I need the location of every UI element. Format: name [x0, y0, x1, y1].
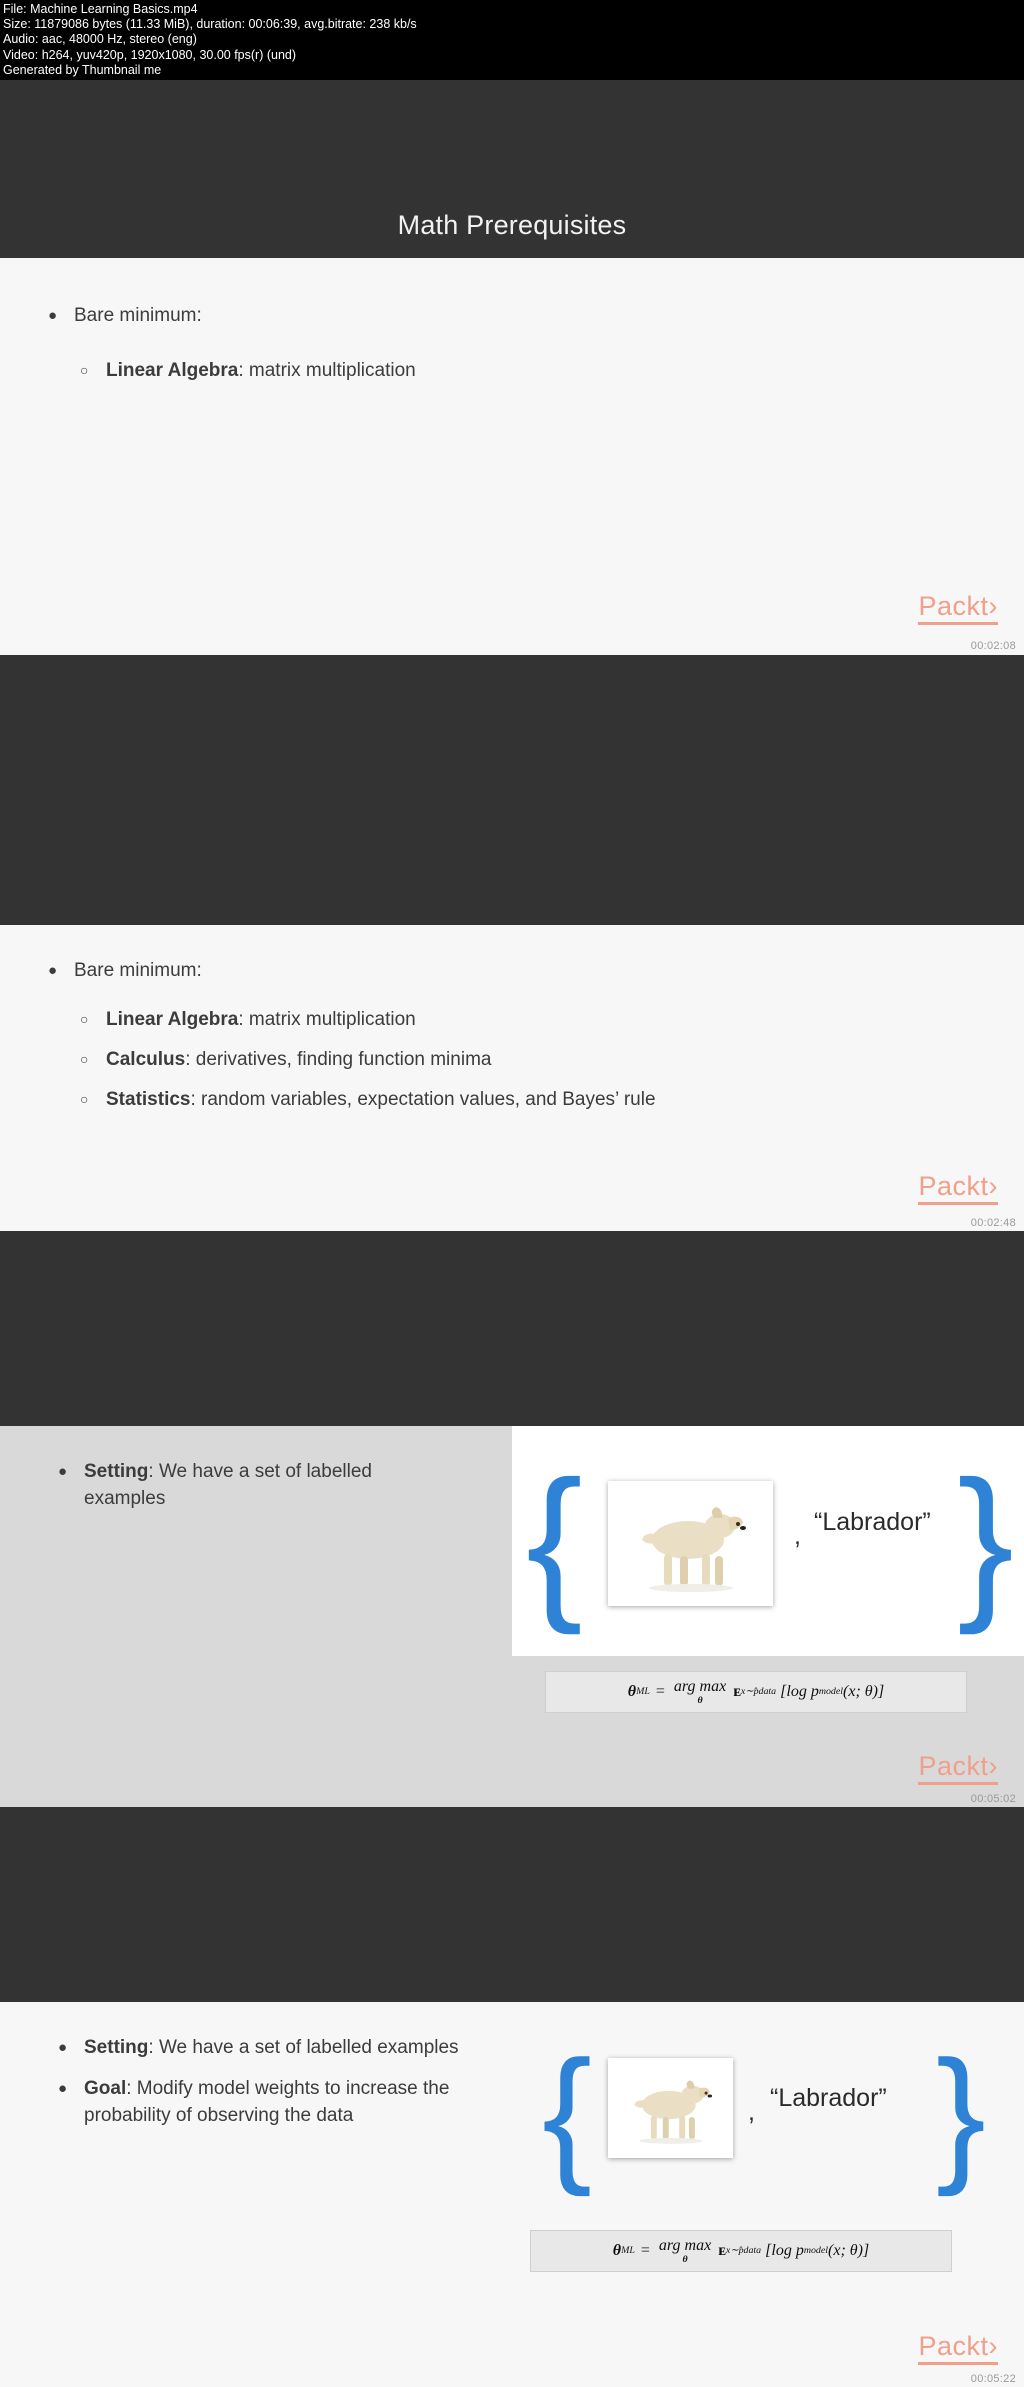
bullet-text: : Modify model weights to increase the p… — [84, 2078, 450, 2126]
meta-line-generator: Generated by Thumbnail me — [3, 62, 162, 77]
slide-3-formula: θ ML = arg max θ ᴇ x∼p̂data [log p model (x;… — [545, 1671, 967, 1713]
slide-3-bullet-list: ● Setting: We have a set of labelled exa… — [0, 1426, 430, 1512]
meta-line-size: Size: 11879086 bytes (11.33 MiB), durati… — [3, 17, 417, 32]
figure-comma: , — [794, 1522, 801, 1550]
bullet-circle-icon: ○ — [80, 1091, 89, 1107]
bullet-circle-icon: ○ — [80, 1011, 89, 1027]
list-item: ○ Calculus: derivatives, finding functio… — [80, 1046, 1024, 1073]
packt-logo-text: Packt — [918, 2331, 989, 2361]
formula-expression: θ ML = arg max θ ᴇ x∼p̂data [log p model (x;… — [627, 1677, 885, 1706]
bullet-lead: Setting — [84, 2037, 149, 2058]
packt-logo: Packt› — [918, 1753, 998, 1785]
bullet-lead: Calculus — [106, 1049, 186, 1070]
argmax-operator: arg max θ — [673, 1677, 727, 1706]
slide-2-title-band — [0, 655, 1024, 925]
slide-4-title-band — [0, 1807, 1024, 2002]
slide-thumbnail-3[interactable]: Supervised Learning and Maximum Likeliho… — [0, 1231, 1024, 1807]
slide-4-figure: {, “Labrador”} — [512, 2020, 1024, 2220]
packt-logo-mark: › — [988, 1751, 998, 1781]
bullet-disc-icon: ● — [48, 307, 58, 324]
dog-illustration-icon — [614, 2066, 727, 2150]
bullet-disc-icon: ● — [58, 2039, 68, 2056]
meta-line-audio: Audio: aac, 48000 Hz, stereo (eng) — [3, 32, 197, 47]
slide-1-bullet-list: ● Bare minimum: ○ Linear Algebra: matrix… — [0, 258, 1024, 384]
meta-line-file: File: Machine Learning Basics.mp4 — [3, 2, 198, 16]
packt-logo: Packt› — [918, 1173, 998, 1205]
packt-logo-text: Packt — [918, 1171, 989, 1201]
bullet-lead: Linear Algebra — [106, 360, 239, 381]
packt-logo: Packt› — [918, 593, 998, 625]
slide-4-timestamp: 00:05:22 — [970, 2373, 1016, 2385]
slide-thumbnail-2[interactable]: Math Prerequisites ● Bare minimum: ○ Lin… — [0, 655, 1024, 1465]
thumbnail-sheet: File: Machine Learning Basics.mp4 Size: … — [0, 0, 1024, 2387]
figure-label: “Labrador” — [770, 2084, 887, 2112]
argmax-operator: arg max θ — [658, 2236, 712, 2265]
slide-3-body: ● Setting: We have a set of labelled exa… — [0, 1426, 1024, 1807]
bullet-disc-icon: ● — [48, 962, 58, 979]
bullet-lead: Linear Algebra — [106, 1009, 239, 1030]
right-brace: } — [957, 1446, 1014, 1636]
bullet-circle-icon: ○ — [80, 1051, 89, 1067]
figure-comma: , — [748, 2098, 755, 2126]
slide-3-title-band — [0, 1231, 1024, 1426]
bullet-text: : We have a set of labelled examples — [148, 2037, 459, 2058]
list-item: ● Bare minimum: — [48, 957, 1024, 984]
slide-2-timestamp: 00:02:48 — [970, 1217, 1016, 1229]
figure-label: “Labrador” — [814, 1508, 931, 1536]
dog-illustration-icon — [615, 1487, 766, 1600]
bullet-text: Bare minimum: — [74, 960, 202, 981]
packt-logo-mark: › — [988, 1171, 998, 1201]
bullet-disc-icon: ● — [58, 1463, 68, 1480]
packt-logo-mark: › — [988, 2331, 998, 2361]
bullet-text: : derivatives, finding function minima — [185, 1049, 492, 1070]
labrador-image — [608, 2058, 733, 2158]
slide-2-body: ● Bare minimum: ○ Linear Algebra: matrix… — [0, 925, 1024, 1231]
list-item: ● Setting: We have a set of labelled exa… — [58, 1458, 430, 1512]
video-metadata-block: File: Machine Learning Basics.mp4 Size: … — [0, 0, 1024, 80]
list-item: ○ Linear Algebra: matrix multiplication — [80, 357, 1024, 384]
bullet-lead: Statistics — [106, 1089, 191, 1110]
bullet-text: : matrix multiplication — [238, 1009, 416, 1030]
bullet-lead: Goal — [84, 2078, 127, 2099]
list-item: ○ Statistics: random variables, expectat… — [80, 1086, 1024, 1113]
packt-logo-text: Packt — [918, 591, 989, 621]
left-brace: { — [542, 2029, 593, 2197]
slide-1-timestamp: 00:02:08 — [970, 640, 1016, 652]
list-item: ● Goal: Modify model weights to increase… — [58, 2075, 470, 2129]
slide-1-title: Math Prerequisites — [397, 210, 627, 240]
bullet-text: : random variables, expectation values, … — [190, 1089, 656, 1110]
slide-3-figure: {, “Labrador”} — [512, 1426, 1024, 1656]
formula-expression: θ ML = arg max θ ᴇ x∼p̂data [log p model (x;… — [612, 2236, 870, 2265]
bullet-circle-icon: ○ — [80, 362, 89, 378]
list-item: ● Bare minimum: — [48, 302, 1024, 329]
slide-4-formula: θ ML = arg max θ ᴇ x∼p̂data [log p model (x;… — [530, 2230, 952, 2272]
right-brace: } — [935, 2029, 986, 2197]
slide-4-body: ● Setting: We have a set of labelled exa… — [0, 2002, 1024, 2387]
slide-thumbnail-1[interactable]: Math Prerequisites ● Bare minimum: ○ Lin… — [0, 80, 1024, 655]
bullet-text: Bare minimum: — [74, 305, 202, 326]
packt-logo-text: Packt — [918, 1751, 989, 1781]
slide-thumbnail-4[interactable]: Supervised Learning and Maximum Likeliho… — [0, 1807, 1024, 2387]
bullet-disc-icon: ● — [58, 2080, 68, 2097]
bullet-lead: Setting — [84, 1461, 149, 1482]
meta-line-video: Video: h264, yuv420p, 1920x1080, 30.00 f… — [3, 47, 297, 62]
slide-4-bullet-list: ● Setting: We have a set of labelled exa… — [0, 2002, 470, 2129]
labrador-image — [608, 1481, 773, 1606]
packt-logo-mark: › — [988, 591, 998, 621]
left-brace: { — [526, 1446, 583, 1636]
list-item: ○ Linear Algebra: matrix multiplication — [80, 1006, 1024, 1033]
slide-2-bullet-list: ● Bare minimum: ○ Linear Algebra: matrix… — [0, 925, 1024, 1113]
bullet-text: : matrix multiplication — [238, 360, 416, 381]
slide-1-body: ● Bare minimum: ○ Linear Algebra: matrix… — [0, 258, 1024, 655]
list-item: ● Setting: We have a set of labelled exa… — [58, 2034, 470, 2061]
packt-logo: Packt› — [918, 2333, 998, 2365]
slide-3-timestamp: 00:05:02 — [970, 1793, 1016, 1805]
